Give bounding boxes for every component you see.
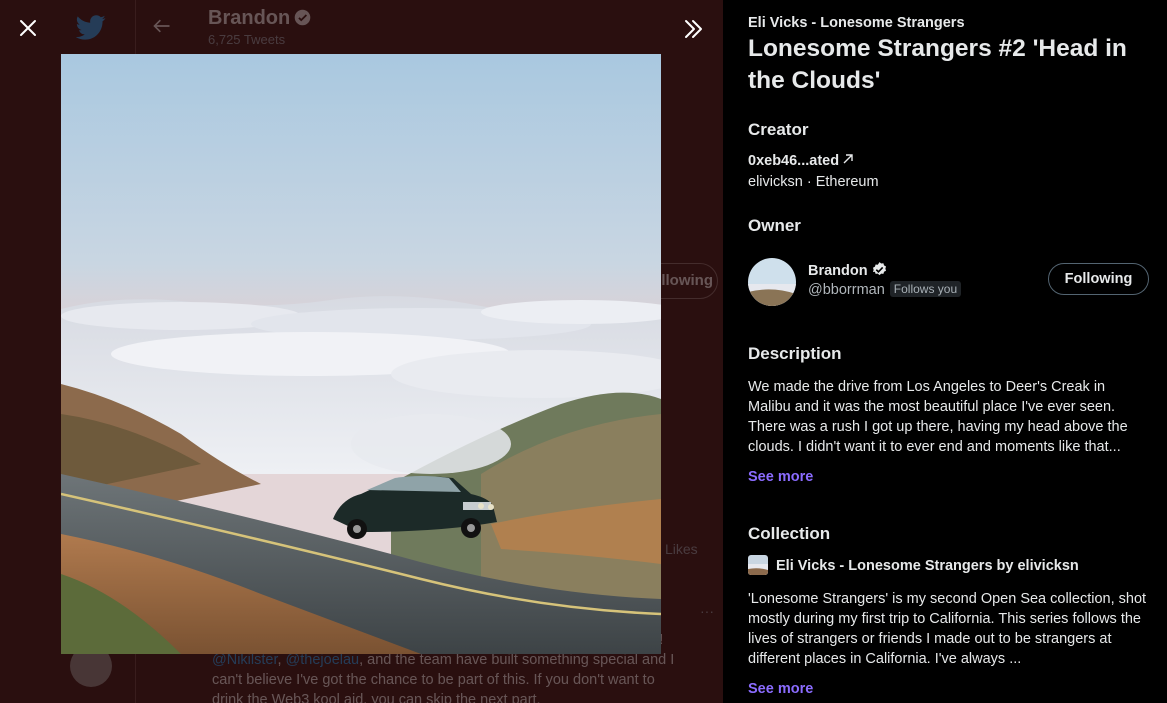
collection-link[interactable]: Eli Vicks - Lonesome Strangers by elivic… [748, 555, 1149, 575]
nft-photo-car-above-clouds [61, 54, 661, 654]
back-arrow-icon [153, 19, 170, 33]
owner-handle: @bborrman Follows you [808, 281, 962, 298]
owner-avatar[interactable] [748, 258, 796, 306]
creator-heading: Creator [748, 120, 809, 139]
creator-address-link[interactable]: 0xeb46...ated [748, 153, 1149, 169]
description-heading: Description [748, 344, 842, 363]
collapse-panel-icon[interactable] [680, 16, 706, 42]
nft-details-panel: Eli Vicks - Lonesome Strangers Lonesome … [723, 0, 1167, 703]
following-button[interactable]: Following [1048, 263, 1149, 295]
collection-description-text: 'Lonesome Strangers' is my second Open S… [748, 591, 1147, 667]
follows-you-badge: Follows you [889, 281, 962, 297]
collection-see-more-link[interactable]: See more [748, 681, 1149, 697]
creator-meta: elivicksn · Ethereum [748, 174, 879, 190]
collection-heading: Collection [748, 524, 831, 543]
owner-heading: Owner [748, 216, 801, 235]
twitter-bird-icon [76, 15, 106, 40]
owner-name[interactable]: Brandon [808, 261, 888, 279]
external-link-icon [843, 154, 853, 164]
description-text: We made the drive from Los Angeles to De… [748, 379, 1128, 455]
nft-title: Lonesome Strangers #2 'Head in the Cloud… [748, 35, 1127, 94]
owner-row: Brandon @bborrman Follows you Following [748, 258, 1149, 308]
description-see-more-link[interactable]: See more [748, 469, 1149, 485]
verified-badge-icon [872, 262, 886, 276]
background-profile-name: Brandon [208, 7, 311, 30]
close-icon[interactable] [14, 14, 42, 42]
creator-chain: Ethereum [815, 174, 879, 190]
collection-title[interactable]: Eli Vicks - Lonesome Strangers [748, 15, 1149, 31]
nft-media-viewer: Brandon 6,725 Tweets Following Likes ···… [0, 0, 1167, 703]
background-likes-tab: Likes [665, 541, 698, 557]
verified-badge-icon [294, 9, 311, 26]
backdrop[interactable]: Brandon 6,725 Tweets Following Likes ···… [0, 0, 723, 703]
creator-username: elivicksn [748, 174, 803, 190]
background-more-icon: ··· [700, 603, 714, 619]
background-tweet-count: 6,725 Tweets [208, 32, 286, 47]
collection-thumbnail [748, 555, 768, 575]
nft-image[interactable] [61, 54, 661, 654]
